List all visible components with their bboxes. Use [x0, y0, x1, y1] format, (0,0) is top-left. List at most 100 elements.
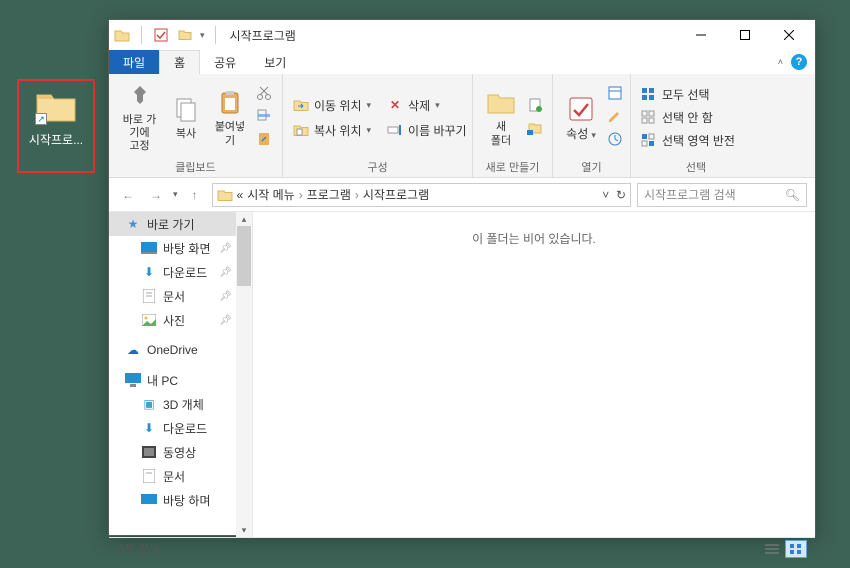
- empty-folder-message: 이 폴더는 비어 있습니다.: [253, 230, 815, 247]
- videos-icon: [141, 444, 157, 460]
- up-button[interactable]: ↑: [184, 184, 206, 206]
- rename-button[interactable]: 이름 바꾸기: [387, 122, 467, 139]
- titlebar: ▾ 시작프로그램: [109, 20, 815, 50]
- maximize-button[interactable]: [723, 21, 767, 49]
- pin-icon: 📌︎: [219, 291, 232, 302]
- properties-icon: [565, 93, 597, 125]
- back-button[interactable]: ←: [117, 184, 139, 206]
- select-all-button[interactable]: 모두 선택: [641, 86, 735, 103]
- qat-dropdown-icon[interactable]: ▾: [200, 30, 205, 41]
- easy-access-icon[interactable]: [527, 120, 543, 139]
- select-all-icon: [641, 87, 657, 103]
- invert-selection-icon: [641, 133, 657, 149]
- search-input[interactable]: 시작프로그램 검색 🔍︎: [637, 183, 807, 207]
- delete-button[interactable]: ✕삭제 ▾: [387, 97, 467, 114]
- nav-pictures[interactable]: 사진📌︎: [109, 308, 252, 332]
- delete-icon: ✕: [387, 97, 403, 113]
- cut-icon[interactable]: [256, 85, 272, 104]
- window-title: 시작프로그램: [230, 27, 296, 44]
- paste-shortcut-icon[interactable]: [256, 131, 272, 150]
- qat-checkbox-icon[interactable]: [152, 26, 170, 44]
- onedrive-icon: ☁: [125, 342, 141, 358]
- address-bar: ← → ▾ ↑ « 시작 메뉴› 프로그램› 시작프로그램 ˅ ↻ 시작프로그램…: [109, 178, 815, 212]
- copy-button[interactable]: 복사: [164, 82, 208, 154]
- nav-videos[interactable]: 동영상: [109, 440, 252, 464]
- help-icon[interactable]: ?: [791, 54, 807, 70]
- move-to-button[interactable]: 이동 위치 ▾: [293, 97, 371, 114]
- invert-selection-button[interactable]: 선택 영역 반전: [641, 132, 735, 149]
- copy-icon: [170, 94, 202, 126]
- nav-desktop[interactable]: 바탕 화면📌︎: [109, 236, 252, 260]
- dropdown-icon[interactable]: ˅ ↻: [602, 188, 626, 202]
- download-icon: ⬇: [141, 420, 157, 436]
- pin-to-quick-access-button[interactable]: 바로 가기에 고정: [115, 82, 164, 154]
- folder-icon: [217, 187, 233, 203]
- document-icon: [141, 288, 157, 304]
- paste-icon: [214, 87, 246, 119]
- breadcrumb[interactable]: « 시작 메뉴› 프로그램› 시작프로그램 ˅ ↻: [212, 183, 631, 207]
- close-button[interactable]: [767, 21, 811, 49]
- pc-icon: [125, 372, 141, 388]
- details-view-button[interactable]: [761, 540, 783, 558]
- item-count: 0개 항목: [117, 540, 160, 557]
- tab-file[interactable]: 파일: [109, 50, 159, 74]
- edit-icon[interactable]: [607, 108, 623, 127]
- icons-view-button[interactable]: [785, 540, 807, 558]
- select-none-button[interactable]: 선택 안 함: [641, 109, 735, 126]
- nav-downloads[interactable]: ⬇다운로드📌︎: [109, 260, 252, 284]
- status-bar: 0개 항목: [109, 537, 815, 559]
- nav-this-pc[interactable]: 내 PC: [109, 368, 252, 392]
- move-icon: [293, 97, 309, 113]
- shortcut-overlay-icon: ↗: [35, 113, 47, 125]
- download-icon: ⬇: [141, 264, 157, 280]
- folder-content[interactable]: 이 폴더는 비어 있습니다.: [253, 212, 815, 537]
- copy-path-icon[interactable]: [256, 108, 272, 127]
- forward-button[interactable]: →: [145, 184, 167, 206]
- new-folder-button[interactable]: 새 폴더: [479, 82, 523, 154]
- rename-icon: [387, 122, 403, 138]
- paste-button[interactable]: 붙여넣기: [208, 82, 252, 154]
- ribbon-collapse-icon[interactable]: ˄: [778, 57, 783, 67]
- nav-scrollbar[interactable]: ▴▾: [236, 212, 252, 537]
- explorer-window: ▾ 시작프로그램 파일 홈 공유 보기 ˄ ? 바로 가기에 고정 복사 붙여넣…: [108, 19, 816, 536]
- minimize-button[interactable]: [679, 21, 723, 49]
- app-icon[interactable]: [113, 26, 131, 44]
- pin-icon: 📌︎: [219, 267, 232, 278]
- nav-pc-downloads[interactable]: ⬇다운로드: [109, 416, 252, 440]
- folder-icon: ↗: [35, 89, 77, 125]
- history-icon[interactable]: [607, 131, 623, 150]
- copyto-icon: [293, 122, 309, 138]
- star-icon: ★: [125, 216, 141, 232]
- ribbon: 바로 가기에 고정 복사 붙여넣기 클립보드 이동 위치 ▾ 복사 위치 ▾ ✕…: [109, 74, 815, 178]
- desktop-shortcut[interactable]: ↗ 시작프로...: [17, 79, 95, 173]
- history-dropdown-icon[interactable]: ▾: [173, 189, 178, 200]
- pin-icon: 📌︎: [219, 243, 232, 254]
- open-icon[interactable]: [607, 85, 623, 104]
- desktop-icon: [141, 492, 157, 508]
- new-folder-icon: [485, 87, 517, 119]
- desktop-icon: [141, 240, 157, 256]
- search-icon: 🔍︎: [785, 188, 800, 202]
- tab-home[interactable]: 홈: [159, 50, 200, 74]
- properties-button[interactable]: 속성 ▾: [559, 82, 603, 154]
- pin-icon: 📌︎: [219, 315, 232, 326]
- nav-documents[interactable]: 문서📌︎: [109, 284, 252, 308]
- tab-share[interactable]: 공유: [200, 50, 250, 74]
- nav-pc-documents[interactable]: 문서: [109, 464, 252, 488]
- nav-onedrive[interactable]: ☁OneDrive: [109, 338, 252, 362]
- nav-pc-desktop[interactable]: 바탕 하며: [109, 488, 252, 512]
- select-none-icon: [641, 110, 657, 126]
- pictures-icon: [141, 312, 157, 328]
- ribbon-tabs: 파일 홈 공유 보기 ˄ ?: [109, 50, 815, 74]
- desktop-shortcut-label: 시작프로...: [29, 131, 83, 148]
- navigation-pane: ★바로 가기 바탕 화면📌︎ ⬇다운로드📌︎ 문서📌︎ 사진📌︎ ☁OneDri…: [109, 212, 253, 537]
- qat-folder-icon[interactable]: [176, 26, 194, 44]
- cube-icon: ▣: [141, 396, 157, 412]
- new-item-icon[interactable]: [527, 97, 543, 116]
- document-icon: [141, 468, 157, 484]
- nav-quick-access[interactable]: ★바로 가기: [109, 212, 252, 236]
- tab-view[interactable]: 보기: [250, 50, 300, 74]
- nav-3d-objects[interactable]: ▣3D 개체: [109, 392, 252, 416]
- body: ★바로 가기 바탕 화면📌︎ ⬇다운로드📌︎ 문서📌︎ 사진📌︎ ☁OneDri…: [109, 212, 815, 537]
- copy-to-button[interactable]: 복사 위치 ▾: [293, 122, 371, 139]
